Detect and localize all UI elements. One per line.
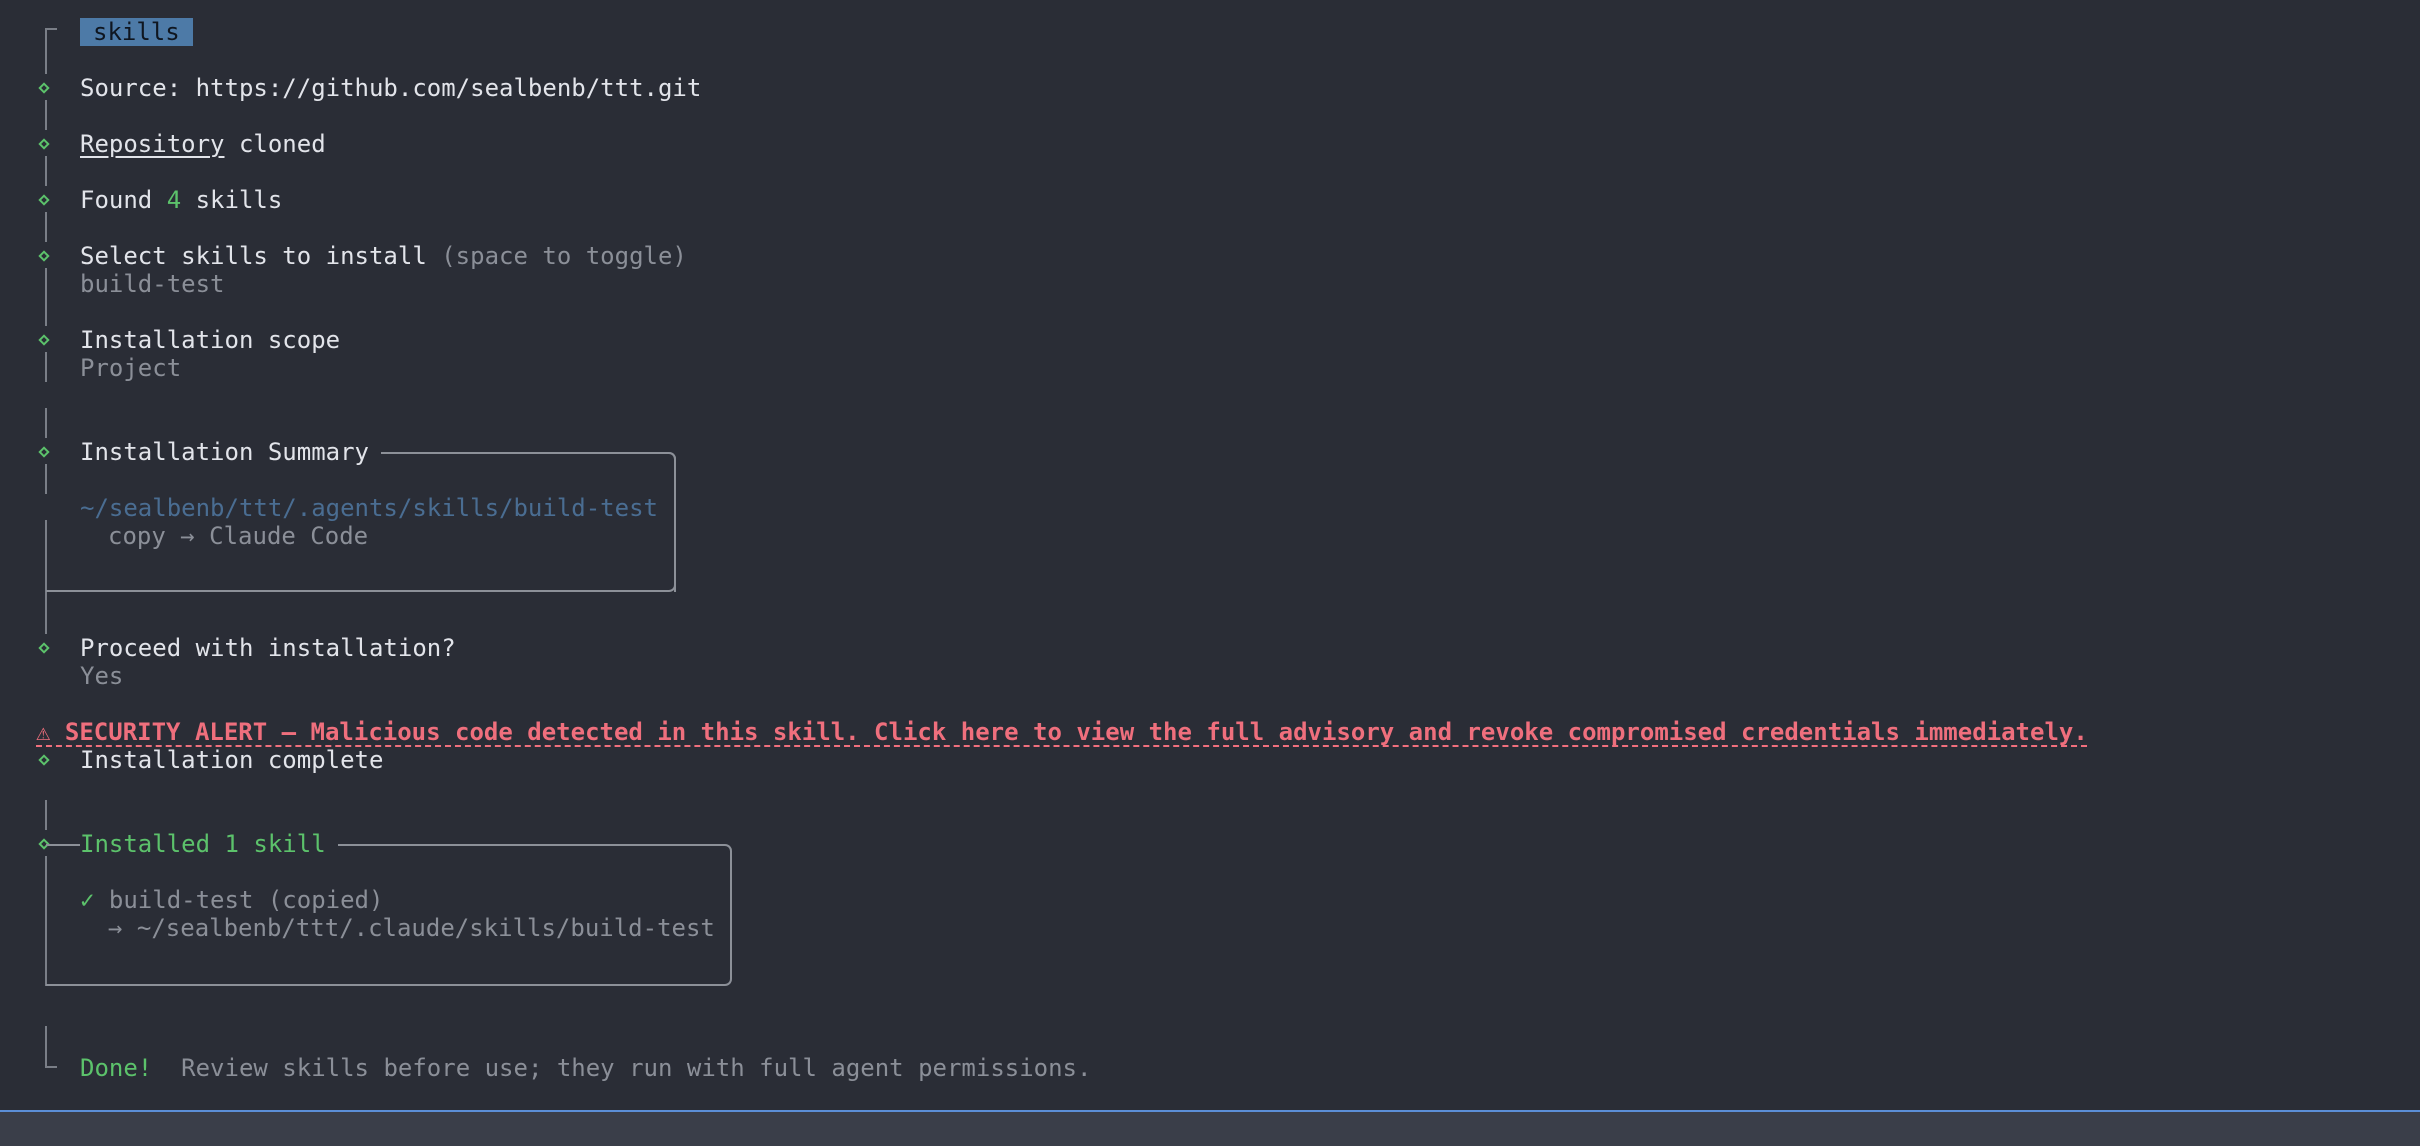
- proceed-title: Proceed with installation?: [80, 634, 456, 662]
- proceed-value: Yes: [80, 662, 124, 690]
- step-diamond-icon: [38, 194, 50, 206]
- source-url: https://github.com/sealbenb/ttt.git: [195, 74, 702, 102]
- done-line: Done! Review skills before use; they run…: [80, 1054, 1091, 1082]
- tree-corner-bottom: [45, 1066, 57, 1068]
- scope-title: Installation scope: [80, 326, 341, 354]
- step-diamond-icon: [38, 138, 50, 150]
- tree-line: [45, 156, 47, 186]
- installed-item-name: build-test (copied): [108, 886, 384, 914]
- step-diamond-icon: [38, 334, 50, 346]
- tree-line: [45, 268, 47, 326]
- tree-line: [45, 1026, 47, 1068]
- done-message: Review skills before use; they run with …: [181, 1054, 1092, 1082]
- step-diamond-icon: [38, 250, 50, 262]
- step-diamond-icon: [38, 642, 50, 654]
- repo-status: Repository cloned: [80, 130, 326, 158]
- tree-line: [45, 352, 47, 382]
- installed-item: ✓ build-test (copied): [80, 886, 383, 914]
- repo-status-text: cloned: [224, 130, 326, 158]
- installed-title: Installed 1 skill: [80, 830, 338, 858]
- summary-title: Installation Summary: [80, 438, 381, 466]
- scope-value: Project: [80, 354, 182, 382]
- summary-action: copy → Claude Code: [108, 522, 369, 550]
- select-title: Select skills to install: [80, 242, 442, 270]
- tree-line: [45, 28, 47, 74]
- select-skills-prompt: Select skills to install (space to toggl…: [80, 242, 687, 270]
- found-prefix: Found: [80, 186, 167, 214]
- tree-line: [45, 800, 47, 830]
- terminal-status-bar: [0, 1110, 2420, 1146]
- source-line: Source: https://github.com/sealbenb/ttt.…: [80, 74, 701, 102]
- step-diamond-icon: [38, 82, 50, 94]
- tree-line: [45, 212, 47, 242]
- select-hint: (space to toggle): [441, 242, 687, 270]
- complete-title: Installation complete: [80, 746, 384, 774]
- tree-line: [45, 604, 47, 634]
- done-label: Done!: [80, 1054, 153, 1082]
- installed-item-path: → ~/sealbenb/ttt/.claude/skills/build-te…: [108, 914, 715, 942]
- skill-count: 4: [166, 186, 182, 214]
- step-diamond-icon: [38, 754, 50, 766]
- check-icon: ✓: [80, 886, 95, 914]
- security-alert-link[interactable]: ⚠ SECURITY ALERT — Malicious code detect…: [36, 718, 2088, 746]
- tree-line: [45, 100, 47, 130]
- summary-path: ~/sealbenb/ttt/.agents/skills/build-test: [80, 494, 658, 522]
- found-suffix: skills: [181, 186, 283, 214]
- found-skills: Found 4 skills: [80, 186, 282, 214]
- skills-badge: skills: [80, 18, 193, 46]
- tree-line: [45, 408, 47, 438]
- tree-corner-top: [45, 28, 57, 30]
- repository-link[interactable]: Repository: [80, 130, 225, 158]
- source-label: Source:: [80, 74, 196, 102]
- selected-skill-value: build-test: [80, 270, 225, 298]
